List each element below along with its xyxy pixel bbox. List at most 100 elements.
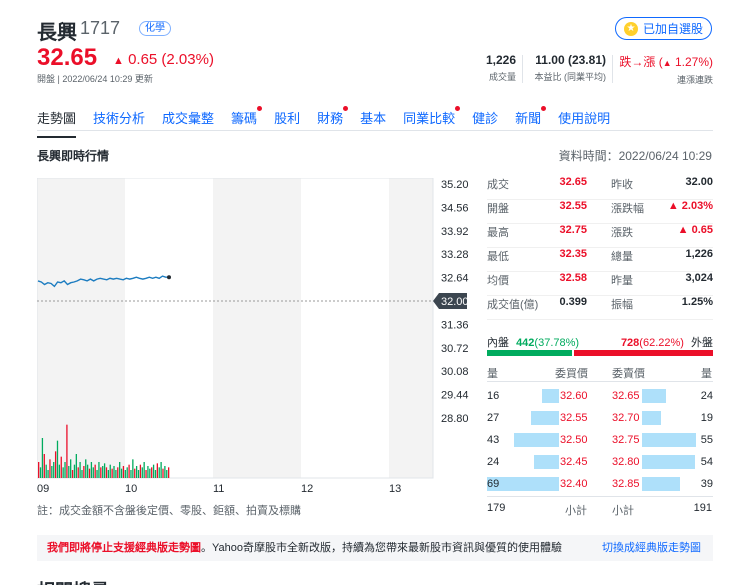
tab-0[interactable]: 走勢圖	[37, 108, 77, 138]
orderbook-bp: 32.60	[560, 390, 588, 402]
orderbook-bq: 27	[487, 412, 500, 424]
orderbook-aq: 54	[700, 456, 713, 468]
volume-bar	[77, 467, 79, 478]
volume-bar	[56, 440, 59, 478]
orderbook-divider	[487, 381, 713, 382]
tab-8[interactable]: 健診	[472, 108, 498, 138]
quote-l2: 總量	[611, 251, 633, 263]
chart-band	[301, 178, 389, 478]
tab-5[interactable]: 財務	[317, 106, 349, 138]
orderbook-bq: 69	[487, 478, 500, 490]
notice-banner: 我們即將停止支援經典版走勢圖。Yahoo奇摩股市全新改版，持續為您帶來最新股市資…	[37, 535, 713, 561]
classic-chart-link[interactable]: 切換成經典版走勢圖	[602, 535, 701, 561]
ask-volume-bar	[642, 477, 681, 491]
ask-volume-bar	[642, 455, 695, 469]
volume-bar	[147, 466, 149, 478]
quote-row: 均價 32.58 昨量 3,024	[487, 272, 713, 296]
volume-bar	[70, 459, 72, 478]
open-time: 開盤 | 2022/06/24 10:29 更新	[37, 74, 153, 84]
orderbook-ap: 32.65	[612, 390, 640, 402]
divider	[612, 55, 613, 83]
volume-bar	[102, 466, 104, 478]
total-ask: 191	[693, 502, 712, 514]
quote-v2: ▲ 0.65	[677, 224, 713, 236]
quote-l2: 昨量	[611, 275, 633, 287]
volume-bar	[62, 467, 64, 478]
volume-bar	[53, 462, 55, 478]
streak-pct: 1.27%)	[674, 55, 713, 69]
volume-bar	[115, 470, 117, 478]
orderbook-ap: 32.70	[612, 412, 640, 424]
tab-9[interactable]: 新聞	[515, 106, 547, 138]
orderbook-aq: 19	[700, 412, 713, 424]
chart-band	[37, 178, 125, 478]
related-search-heading: 相關搜尋	[37, 577, 109, 585]
last-price-dot	[167, 275, 171, 280]
quote-l2: 振幅	[611, 299, 633, 311]
volume-value: 1,226	[485, 53, 516, 67]
volume-bar	[39, 467, 42, 478]
tab-10[interactable]: 使用說明	[558, 108, 610, 138]
orderbook-bq: 16	[487, 390, 500, 402]
add-watchlist-button[interactable]: ★ 已加自選股	[615, 17, 712, 40]
y-tick-label: 31.36	[441, 319, 469, 331]
volume-bar	[81, 470, 83, 478]
volume-bar	[117, 467, 119, 478]
volume-bar	[149, 468, 151, 478]
orderbook-row: 16 32.60 32.65 24	[487, 386, 713, 408]
tab-1[interactable]: 技術分析	[93, 108, 145, 138]
volume-bar	[109, 464, 111, 478]
out-bar	[574, 350, 713, 356]
inout-summary: 內盤 442(37.78%) 728(62.22%) 外盤	[487, 334, 713, 350]
volume-bar	[168, 467, 170, 478]
current-price: 32.65	[37, 44, 98, 71]
notification-dot	[343, 106, 349, 111]
volume-bar	[60, 456, 62, 478]
tab-label: 籌碼	[231, 111, 258, 126]
volume-bar	[51, 466, 53, 478]
volume-bar	[83, 466, 85, 478]
out-label: 外盤	[691, 337, 713, 349]
orderbook-bp: 32.55	[560, 412, 588, 424]
volume-bar	[73, 464, 76, 478]
volume-bar	[119, 462, 121, 478]
volume-bar	[152, 464, 155, 478]
tab-3[interactable]: 籌碼	[231, 106, 263, 138]
footnote: 註：成交金額不含盤後定價、零股、鉅額、拍賣及標購	[37, 505, 301, 517]
bid-volume-bar	[530, 411, 559, 425]
quote-row: 最低 32.35 總量 1,226	[487, 248, 713, 272]
quote-v1: 0.399	[559, 296, 587, 308]
volume-bar	[166, 470, 168, 478]
volume-bar	[145, 470, 147, 478]
quote-row: 最高 32.75 漲跌 ▲ 0.65	[487, 224, 713, 248]
tab-6[interactable]: 基本	[360, 108, 386, 138]
volume-bar	[58, 464, 61, 478]
orderbook-bq: 24	[487, 456, 500, 468]
tab-2[interactable]: 成交彙整	[162, 108, 214, 138]
industry-badge[interactable]: 化學	[139, 21, 171, 36]
y-tick-label: 35.20	[441, 179, 469, 191]
volume-bar	[103, 463, 106, 478]
volume-bar	[135, 466, 138, 478]
reference-price-label: 32.00	[441, 296, 469, 308]
tab-7[interactable]: 同業比較	[403, 106, 461, 138]
quote-v1: 32.75	[559, 224, 587, 236]
out-pct: (62.22%)	[639, 337, 684, 349]
in-pct: (37.78%)	[534, 337, 580, 349]
notice-highlight: 我們即將停止支援經典版走勢圖	[47, 542, 201, 554]
subtotal-label: 小計	[565, 505, 587, 517]
quote-l2: 漲跌幅	[611, 203, 644, 215]
intraday-chart[interactable]: 35.20 34.56 33.92 33.28 32.64 31.36 30.72 30.08…	[37, 178, 477, 498]
volume-bar	[49, 459, 51, 478]
volume-bar	[38, 462, 40, 478]
y-tick-label: 32.64	[441, 273, 469, 285]
volume-bar	[164, 466, 166, 478]
tabs-divider	[37, 130, 713, 131]
volume-bar	[124, 470, 126, 478]
divider	[522, 55, 523, 83]
orderbook-bq: 43	[487, 434, 500, 446]
ask-volume-bar	[642, 411, 661, 425]
volume-bar	[134, 468, 136, 478]
volume-stat: 1,226 成交量	[470, 53, 516, 83]
tab-4[interactable]: 股利	[274, 108, 300, 138]
